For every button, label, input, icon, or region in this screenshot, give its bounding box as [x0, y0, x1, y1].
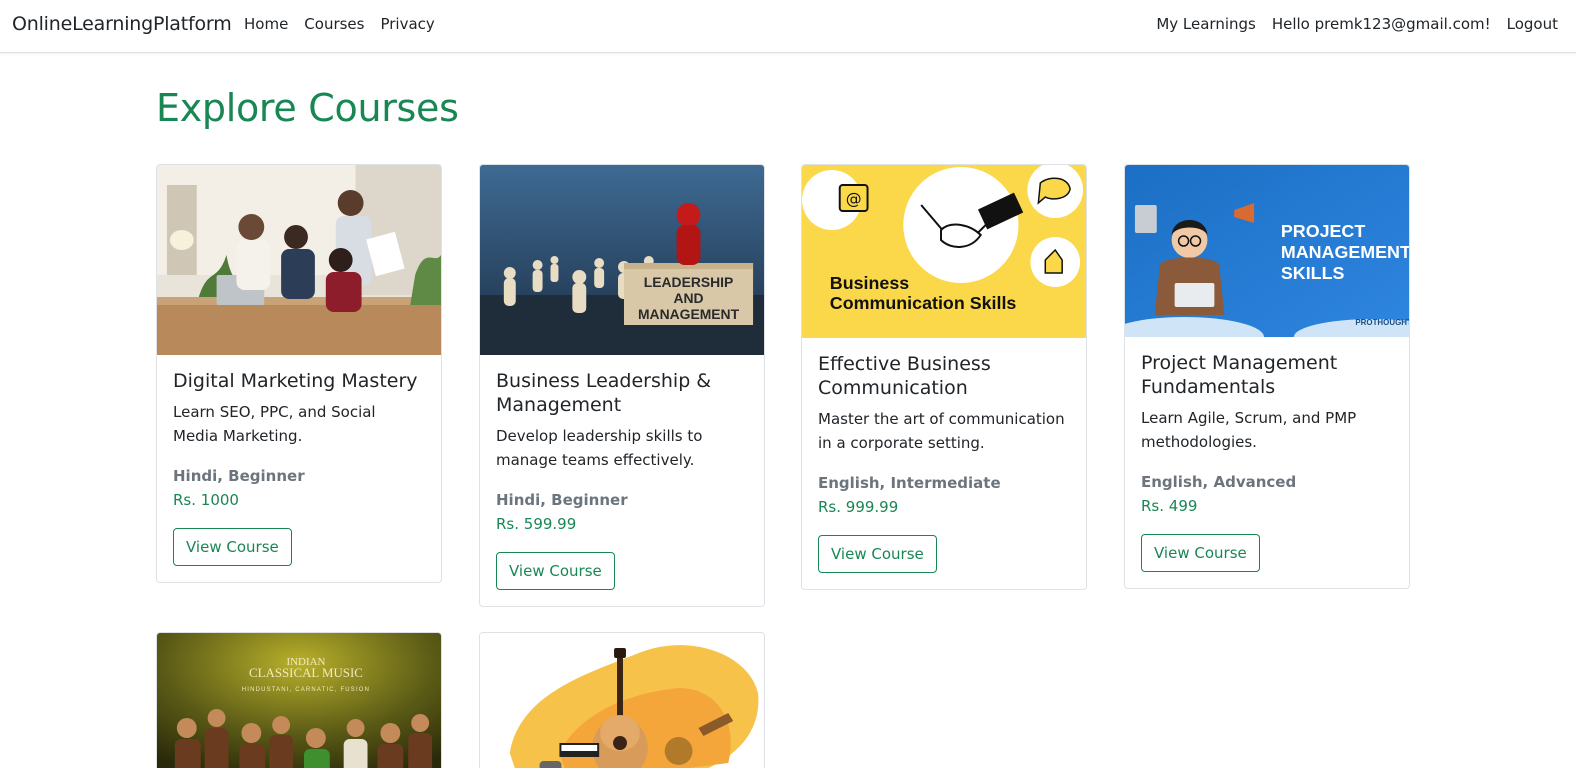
view-course-button[interactable]: View Course: [818, 535, 937, 573]
course-card-body: Digital Marketing Mastery Learn SEO, PPC…: [157, 355, 441, 582]
svg-text:Communication Skills: Communication Skills: [830, 293, 1017, 313]
course-image: LEADERSHIP AND MANAGEMENT: [480, 165, 764, 355]
nav-privacy-link[interactable]: Privacy: [380, 15, 434, 33]
course-title: Project Management Fundamentals: [1141, 352, 1338, 398]
course-card: @ Business Communication Skills Effectiv…: [801, 164, 1087, 590]
svg-text:SKILLS: SKILLS: [1281, 263, 1345, 283]
course-description: Learn Agile, Scrum, and PMP methodologie…: [1141, 409, 1357, 451]
svg-text:MANAGEMENT: MANAGEMENT: [1281, 242, 1409, 262]
image-caption: LEADERSHIP: [644, 274, 734, 290]
course-image: @ Business Communication Skills: [802, 165, 1086, 338]
svg-text:@: @: [846, 189, 862, 208]
course-title: Business Leadership & Management: [496, 370, 712, 416]
svg-text:PROJECT: PROJECT: [1281, 221, 1365, 241]
svg-text:Business: Business: [830, 273, 909, 293]
svg-text:AND: AND: [673, 290, 703, 306]
course-card: Digital Marketing Mastery Learn SEO, PPC…: [156, 164, 442, 583]
user-greeting-link[interactable]: Hello premk123@gmail.com!: [1272, 15, 1491, 33]
svg-text:CLASSICAL MUSIC: CLASSICAL MUSIC: [249, 665, 363, 680]
main-nav: Home Courses Privacy: [244, 15, 435, 33]
course-price: Rs. 599.99: [496, 515, 577, 533]
user-nav: My Learnings Hello premk123@gmail.com! L…: [1156, 15, 1558, 33]
course-card: LEADERSHIP AND MANAGEMENT Business Leade…: [479, 164, 765, 607]
logout-link[interactable]: Logout: [1507, 15, 1558, 33]
nav-courses-link[interactable]: Courses: [304, 15, 364, 33]
course-title: Digital Marketing Mastery: [173, 370, 418, 392]
course-image: [480, 633, 764, 768]
course-language-level: Hindi, Beginner: [173, 467, 305, 485]
svg-text:PROTHOUGHT: PROTHOUGHT: [1355, 318, 1409, 327]
top-navbar: OnlineLearningPlatform Home Courses Priv…: [0, 0, 1576, 53]
course-price: Rs. 999.99: [818, 498, 899, 516]
course-price: Rs. 1000: [173, 491, 239, 509]
course-image: INDIAN CLASSICAL MUSIC HINDUSTANI, CARNA…: [157, 633, 441, 768]
nav-home-link[interactable]: Home: [244, 15, 288, 33]
course-description: Learn SEO, PPC, and Social Media Marketi…: [173, 403, 376, 445]
svg-text:MANAGEMENT: MANAGEMENT: [638, 306, 740, 322]
svg-text:HINDUSTANI, CARNATIC, FUSION: HINDUSTANI, CARNATIC, FUSION: [242, 687, 370, 693]
course-description: Develop leadership skills to manage team…: [496, 427, 703, 469]
course-price: Rs. 499: [1141, 497, 1198, 515]
course-card: [479, 632, 765, 768]
course-image: PROJECT MANAGEMENT SKILLS PROTHOUGHT: [1125, 165, 1409, 337]
course-language-level: Hindi, Beginner: [496, 491, 628, 509]
page-title: Explore Courses: [156, 86, 459, 130]
course-card-body: Project Management Fundamentals Learn Ag…: [1125, 337, 1409, 588]
course-description: Master the art of communication in a cor…: [818, 410, 1065, 452]
course-title: Effective Business Communication: [818, 353, 991, 399]
course-card: PROJECT MANAGEMENT SKILLS PROTHOUGHT Pro…: [1124, 164, 1410, 589]
course-image: [157, 165, 441, 355]
brand-link[interactable]: OnlineLearningPlatform: [12, 13, 232, 35]
course-card-body: Effective Business Communication Master …: [802, 338, 1086, 589]
view-course-button[interactable]: View Course: [173, 528, 292, 566]
my-learnings-link[interactable]: My Learnings: [1156, 15, 1256, 33]
view-course-button[interactable]: View Course: [496, 552, 615, 590]
course-language-level: English, Intermediate: [818, 474, 1001, 492]
view-course-button[interactable]: View Course: [1141, 534, 1260, 572]
course-language-level: English, Advanced: [1141, 473, 1297, 491]
course-card-body: Business Leadership & Management Develop…: [480, 355, 764, 606]
course-card: INDIAN CLASSICAL MUSIC HINDUSTANI, CARNA…: [156, 632, 442, 768]
